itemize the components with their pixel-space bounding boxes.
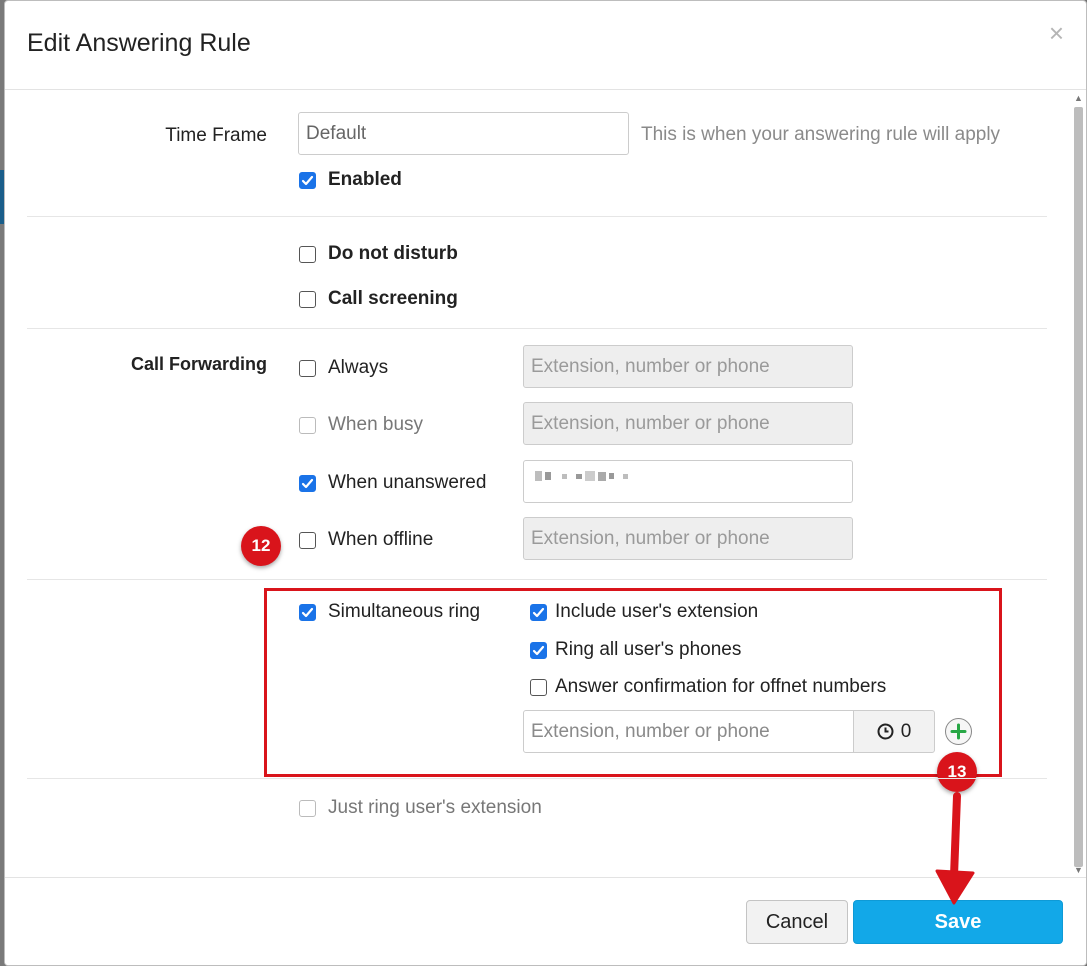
call-screening-row[interactable]: Call screening bbox=[299, 288, 458, 310]
just-ring-extension-row[interactable]: Just ring user's extension bbox=[299, 797, 542, 819]
do-not-disturb-label: Do not disturb bbox=[328, 243, 458, 264]
call-screening-label: Call screening bbox=[328, 288, 458, 309]
just-ring-extension-checkbox[interactable] bbox=[299, 799, 316, 817]
forward-when-busy-input[interactable] bbox=[523, 402, 853, 445]
enabled-checkbox[interactable] bbox=[299, 171, 316, 189]
edit-answering-rule-dialog: Edit Answering Rule × ▲ ▼ Time Frame Thi… bbox=[4, 0, 1087, 966]
call-forwarding-label: Call Forwarding bbox=[130, 354, 267, 374]
do-not-disturb-row[interactable]: Do not disturb bbox=[299, 243, 458, 265]
annotation-arrow bbox=[935, 792, 975, 905]
annotation-badge-13: 13 bbox=[937, 752, 977, 792]
redacted-number bbox=[535, 471, 628, 481]
annotation-badge-12: 12 bbox=[241, 526, 281, 566]
forward-when-busy-checkbox[interactable] bbox=[299, 416, 316, 434]
forward-always-row[interactable]: Always bbox=[299, 357, 388, 379]
scrollbar[interactable]: ▲ ▼ bbox=[1072, 93, 1084, 877]
do-not-disturb-checkbox[interactable] bbox=[299, 245, 316, 263]
time-frame-label: Time Frame bbox=[165, 125, 267, 146]
forward-when-busy-row[interactable]: When busy bbox=[299, 414, 423, 436]
forward-always-input[interactable] bbox=[523, 345, 853, 388]
time-frame-input[interactable] bbox=[298, 112, 629, 155]
forward-when-offline-label: When offline bbox=[328, 529, 434, 550]
forward-when-offline-row[interactable]: When offline bbox=[299, 529, 433, 551]
scrollbar-thumb[interactable] bbox=[1074, 107, 1083, 867]
divider bbox=[27, 579, 1047, 580]
divider bbox=[27, 328, 1047, 329]
forward-always-label: Always bbox=[328, 357, 389, 378]
dialog-title: Edit Answering Rule bbox=[27, 29, 251, 57]
forward-when-unanswered-row[interactable]: When unanswered bbox=[299, 472, 486, 494]
call-screening-checkbox[interactable] bbox=[299, 290, 316, 308]
scroll-down-icon[interactable]: ▼ bbox=[1074, 865, 1083, 875]
time-frame-help: This is when your answering rule will ap… bbox=[641, 124, 1001, 145]
divider bbox=[27, 778, 1047, 779]
forward-when-unanswered-label: When unanswered bbox=[328, 472, 487, 493]
enabled-label: Enabled bbox=[328, 169, 402, 190]
forward-always-checkbox[interactable] bbox=[299, 359, 316, 377]
forward-when-busy-label: When busy bbox=[328, 414, 424, 435]
enabled-checkbox-row[interactable]: Enabled bbox=[299, 169, 402, 191]
forward-when-offline-checkbox[interactable] bbox=[299, 531, 316, 549]
dialog-footer: Cancel Save bbox=[5, 877, 1086, 965]
annotation-highlight-box bbox=[264, 588, 1002, 777]
divider bbox=[27, 216, 1047, 217]
dialog-header: Edit Answering Rule × bbox=[5, 1, 1086, 90]
just-ring-extension-label: Just ring user's extension bbox=[328, 797, 542, 818]
scroll-up-icon[interactable]: ▲ bbox=[1074, 93, 1083, 103]
forward-when-offline-input[interactable] bbox=[523, 517, 853, 560]
forward-when-unanswered-input[interactable] bbox=[523, 460, 853, 503]
cancel-button[interactable]: Cancel bbox=[746, 900, 848, 944]
close-icon[interactable]: × bbox=[1049, 20, 1064, 46]
forward-when-unanswered-checkbox[interactable] bbox=[299, 474, 316, 492]
